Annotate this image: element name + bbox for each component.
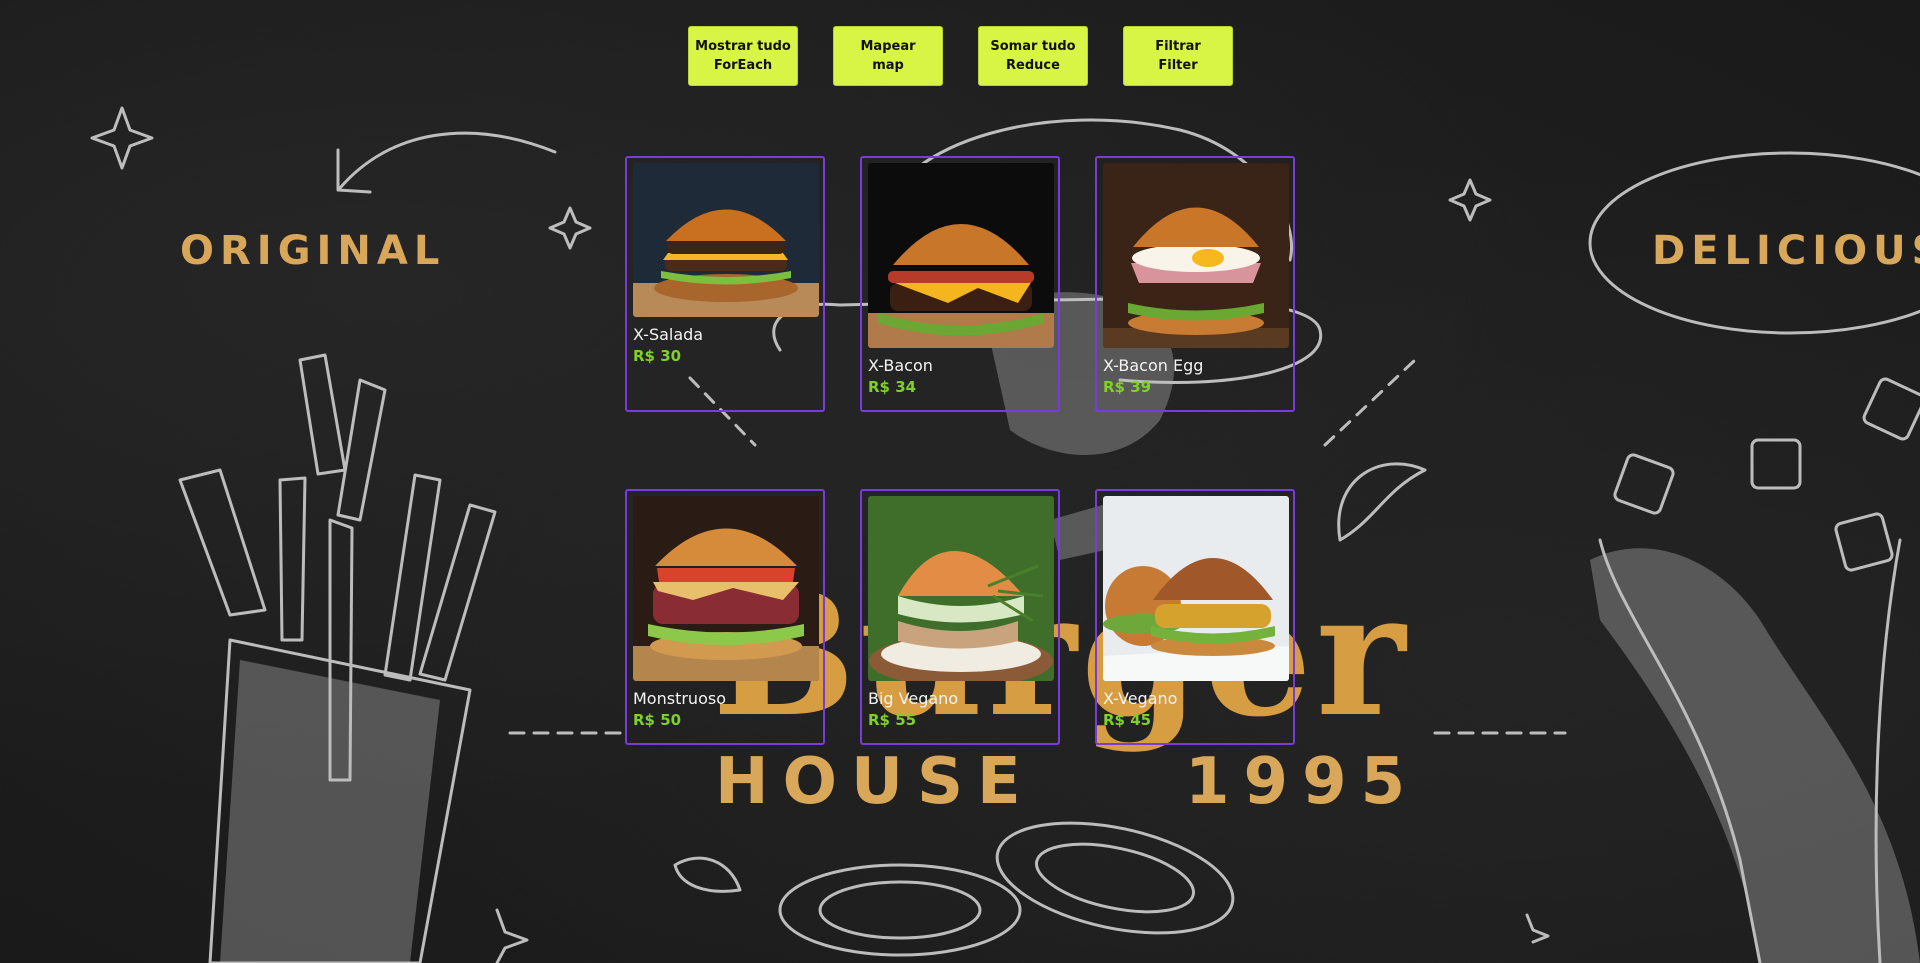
button-label-line2: ForEach	[713, 58, 773, 73]
map-button[interactable]: Mapear map	[833, 26, 943, 86]
product-card-monstruoso: Monstruoso R$ 50	[625, 489, 825, 745]
product-card-x-bacon-egg: X-Bacon Egg R$ 39	[1095, 156, 1295, 412]
sum-all-reduce-button[interactable]: Somar tudo Reduce	[978, 26, 1088, 86]
product-name: X-Salada	[633, 325, 704, 344]
filter-button[interactable]: Filtrar Filter	[1123, 26, 1233, 86]
deco-word-delicious: DELICIOUS	[1652, 228, 1920, 274]
button-label-line1: Filtrar	[1155, 39, 1201, 54]
product-price: R$ 34	[868, 378, 917, 396]
deco-word-house: HOUSE	[715, 745, 1035, 819]
product-name: Big Vegano	[868, 689, 959, 708]
product-price: R$ 30	[633, 347, 682, 365]
product-name: Monstruoso	[633, 689, 726, 708]
burger-big-vegan-photo	[868, 496, 1054, 681]
burger-bacon-photo	[868, 163, 1054, 348]
product-card-x-bacon: X-Bacon R$ 34	[860, 156, 1060, 412]
product-price: R$ 45	[1103, 711, 1152, 729]
deco-word-year: 1995	[1185, 745, 1420, 819]
product-card-big-vegano: Big Vegano R$ 55	[860, 489, 1060, 745]
burger-salad-photo	[633, 163, 819, 317]
product-card-x-vegano: X-Vegano R$ 45	[1095, 489, 1295, 745]
button-label-line2: Filter	[1158, 58, 1198, 73]
button-label-line2: Reduce	[1006, 58, 1060, 73]
product-price: R$ 55	[868, 711, 917, 729]
button-label-line1: Somar tudo	[990, 39, 1076, 54]
burger-bacon-egg-photo	[1103, 163, 1289, 348]
button-label-line2: map	[872, 58, 904, 73]
product-price: R$ 50	[633, 711, 682, 729]
product-name: X-Bacon	[868, 356, 933, 375]
action-button-bar: Mostrar tudo ForEach Mapear map Somar tu…	[688, 26, 1233, 86]
product-price: R$ 39	[1103, 378, 1152, 396]
show-all-foreach-button[interactable]: Mostrar tudo ForEach	[688, 26, 798, 86]
product-name: X-Bacon Egg	[1103, 356, 1204, 375]
product-list: X-Salada R$ 30 X-Bacon R$ 34 X-Bacon Egg…	[625, 156, 1295, 745]
burger-monster-photo	[633, 496, 819, 681]
button-label-line1: Mostrar tudo	[695, 39, 791, 54]
product-card-x-salada: X-Salada R$ 30	[625, 156, 825, 412]
button-label-line1: Mapear	[860, 39, 916, 54]
burger-vegan-photo	[1103, 496, 1289, 681]
deco-word-original: ORIGINAL	[180, 228, 446, 274]
product-name: X-Vegano	[1103, 689, 1178, 708]
